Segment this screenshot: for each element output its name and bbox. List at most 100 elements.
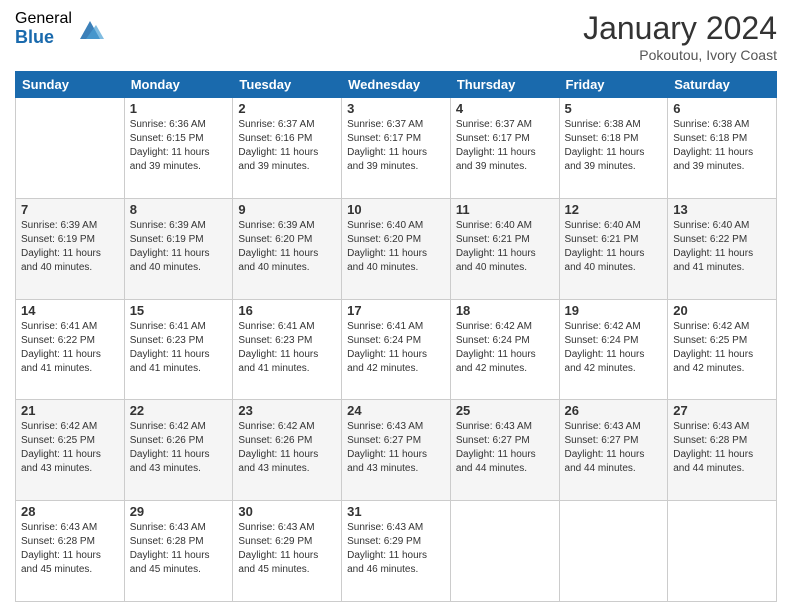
day-info: Sunrise: 6:41 AMSunset: 6:23 PMDaylight:…: [130, 320, 228, 376]
table-row: 5Sunrise: 6:38 AMSunset: 6:18 PMDaylight…: [559, 98, 668, 199]
month-title: January 2024: [583, 10, 777, 47]
day-number: 6: [673, 101, 771, 116]
day-info: Sunrise: 6:39 AMSunset: 6:20 PMDaylight:…: [238, 219, 336, 275]
day-info: Sunrise: 6:42 AMSunset: 6:25 PMDaylight:…: [21, 420, 119, 476]
page: General Blue January 2024 Pokoutou, Ivor…: [0, 0, 792, 612]
day-number: 11: [456, 202, 554, 217]
header-saturday: Saturday: [668, 72, 777, 98]
table-row: 6 Sunrise: 6:38 AMSunset: 6:18 PMDaylight…: [668, 98, 777, 199]
calendar-table: Sunday Monday Tuesday Wednesday Thursday…: [15, 71, 777, 602]
day-info: Sunrise: 6:43 AMSunset: 6:28 PMDaylight:…: [21, 521, 119, 577]
day-info: Sunrise: 6:40 AMSunset: 6:22 PMDaylight:…: [673, 219, 771, 275]
day-number: 10: [347, 202, 445, 217]
table-row: [450, 501, 559, 602]
table-row: 13 Sunrise: 6:40 AMSunset: 6:22 PMDayligh…: [668, 198, 777, 299]
day-info: Sunrise: 6:42 AMSunset: 6:24 PMDaylight:…: [565, 320, 663, 376]
day-info: Sunrise: 6:43 AMSunset: 6:27 PMDaylight:…: [456, 420, 554, 476]
day-number: 26: [565, 403, 663, 418]
logo-general: General: [15, 10, 72, 28]
day-info: Sunrise: 6:41 AMSunset: 6:24 PMDaylight:…: [347, 320, 445, 376]
day-info: Sunrise: 6:38 AMSunset: 6:18 PMDaylight:…: [565, 118, 663, 174]
logo-blue: Blue: [15, 28, 72, 48]
day-number: 19: [565, 303, 663, 318]
table-row: 10 Sunrise: 6:40 AMSunset: 6:20 PMDayligh…: [342, 198, 451, 299]
title-area: January 2024 Pokoutou, Ivory Coast: [583, 10, 777, 63]
table-row: 19 Sunrise: 6:42 AMSunset: 6:24 PMDayligh…: [559, 299, 668, 400]
table-row: [16, 98, 125, 199]
header-thursday: Thursday: [450, 72, 559, 98]
header-tuesday: Tuesday: [233, 72, 342, 98]
day-info: Sunrise: 6:40 AMSunset: 6:20 PMDaylight:…: [347, 219, 445, 275]
day-number: 22: [130, 403, 228, 418]
day-number: 9: [238, 202, 336, 217]
table-row: 9 Sunrise: 6:39 AMSunset: 6:20 PMDaylight…: [233, 198, 342, 299]
table-row: 23Sunrise: 6:42 AMSunset: 6:26 PMDayligh…: [233, 400, 342, 501]
header-wednesday: Wednesday: [342, 72, 451, 98]
day-info: Sunrise: 6:41 AMSunset: 6:23 PMDaylight:…: [238, 320, 336, 376]
table-row: 29Sunrise: 6:43 AMSunset: 6:28 PMDayligh…: [124, 501, 233, 602]
logo-icon: [76, 15, 104, 43]
header: General Blue January 2024 Pokoutou, Ivor…: [15, 10, 777, 63]
day-info: Sunrise: 6:39 AMSunset: 6:19 PMDaylight:…: [21, 219, 119, 275]
table-row: 28Sunrise: 6:43 AMSunset: 6:28 PMDayligh…: [16, 501, 125, 602]
day-info: Sunrise: 6:43 AMSunset: 6:27 PMDaylight:…: [347, 420, 445, 476]
table-row: 25 Sunrise: 6:43 AMSunset: 6:27 PMDayligh…: [450, 400, 559, 501]
table-row: 20 Sunrise: 6:42 AMSunset: 6:25 PMDayligh…: [668, 299, 777, 400]
logo-text: General Blue: [15, 10, 72, 47]
calendar-week-row: 7 Sunrise: 6:39 AMSunset: 6:19 PMDaylight…: [16, 198, 777, 299]
day-number: 12: [565, 202, 663, 217]
day-info: Sunrise: 6:42 AMSunset: 6:25 PMDaylight:…: [673, 320, 771, 376]
location-subtitle: Pokoutou, Ivory Coast: [583, 47, 777, 63]
day-number: 24: [347, 403, 445, 418]
day-number: 29: [130, 504, 228, 519]
day-info: Sunrise: 6:43 AMSunset: 6:29 PMDaylight:…: [347, 521, 445, 577]
table-row: 30 Sunrise: 6:43 AMSunset: 6:29 PMDayligh…: [233, 501, 342, 602]
day-number: 13: [673, 202, 771, 217]
day-info: Sunrise: 6:38 AMSunset: 6:18 PMDaylight:…: [673, 118, 771, 174]
day-number: 4: [456, 101, 554, 116]
day-number: 7: [21, 202, 119, 217]
weekday-header-row: Sunday Monday Tuesday Wednesday Thursday…: [16, 72, 777, 98]
day-number: 1: [130, 101, 228, 116]
table-row: 31 Sunrise: 6:43 AMSunset: 6:29 PMDayligh…: [342, 501, 451, 602]
day-info: Sunrise: 6:43 AMSunset: 6:28 PMDaylight:…: [673, 420, 771, 476]
table-row: 15Sunrise: 6:41 AMSunset: 6:23 PMDayligh…: [124, 299, 233, 400]
table-row: 2Sunrise: 6:37 AMSunset: 6:16 PMDaylight…: [233, 98, 342, 199]
day-number: 25: [456, 403, 554, 418]
header-monday: Monday: [124, 72, 233, 98]
day-info: Sunrise: 6:37 AMSunset: 6:17 PMDaylight:…: [347, 118, 445, 174]
day-info: Sunrise: 6:40 AMSunset: 6:21 PMDaylight:…: [456, 219, 554, 275]
table-row: 21 Sunrise: 6:42 AMSunset: 6:25 PMDayligh…: [16, 400, 125, 501]
table-row: 27Sunrise: 6:43 AMSunset: 6:28 PMDayligh…: [668, 400, 777, 501]
day-info: Sunrise: 6:42 AMSunset: 6:26 PMDaylight:…: [130, 420, 228, 476]
day-info: Sunrise: 6:43 AMSunset: 6:29 PMDaylight:…: [238, 521, 336, 577]
day-number: 16: [238, 303, 336, 318]
header-sunday: Sunday: [16, 72, 125, 98]
day-info: Sunrise: 6:42 AMSunset: 6:24 PMDaylight:…: [456, 320, 554, 376]
day-info: Sunrise: 6:37 AMSunset: 6:17 PMDaylight:…: [456, 118, 554, 174]
table-row: 1 Sunrise: 6:36 AMSunset: 6:15 PMDaylight…: [124, 98, 233, 199]
calendar-week-row: 21 Sunrise: 6:42 AMSunset: 6:25 PMDayligh…: [16, 400, 777, 501]
table-row: 14Sunrise: 6:41 AMSunset: 6:22 PMDayligh…: [16, 299, 125, 400]
table-row: 3 Sunrise: 6:37 AMSunset: 6:17 PMDaylight…: [342, 98, 451, 199]
calendar-week-row: 28Sunrise: 6:43 AMSunset: 6:28 PMDayligh…: [16, 501, 777, 602]
day-number: 8: [130, 202, 228, 217]
table-row: 26 Sunrise: 6:43 AMSunset: 6:27 PMDayligh…: [559, 400, 668, 501]
day-number: 3: [347, 101, 445, 116]
day-number: 31: [347, 504, 445, 519]
header-friday: Friday: [559, 72, 668, 98]
day-number: 30: [238, 504, 336, 519]
table-row: 18 Sunrise: 6:42 AMSunset: 6:24 PMDayligh…: [450, 299, 559, 400]
day-info: Sunrise: 6:37 AMSunset: 6:16 PMDaylight:…: [238, 118, 336, 174]
day-number: 20: [673, 303, 771, 318]
day-number: 18: [456, 303, 554, 318]
table-row: 12Sunrise: 6:40 AMSunset: 6:21 PMDayligh…: [559, 198, 668, 299]
table-row: 7 Sunrise: 6:39 AMSunset: 6:19 PMDaylight…: [16, 198, 125, 299]
day-info: Sunrise: 6:36 AMSunset: 6:15 PMDaylight:…: [130, 118, 228, 174]
table-row: 17Sunrise: 6:41 AMSunset: 6:24 PMDayligh…: [342, 299, 451, 400]
day-number: 21: [21, 403, 119, 418]
day-info: Sunrise: 6:43 AMSunset: 6:27 PMDaylight:…: [565, 420, 663, 476]
table-row: 24 Sunrise: 6:43 AMSunset: 6:27 PMDayligh…: [342, 400, 451, 501]
day-number: 14: [21, 303, 119, 318]
table-row: 22 Sunrise: 6:42 AMSunset: 6:26 PMDayligh…: [124, 400, 233, 501]
